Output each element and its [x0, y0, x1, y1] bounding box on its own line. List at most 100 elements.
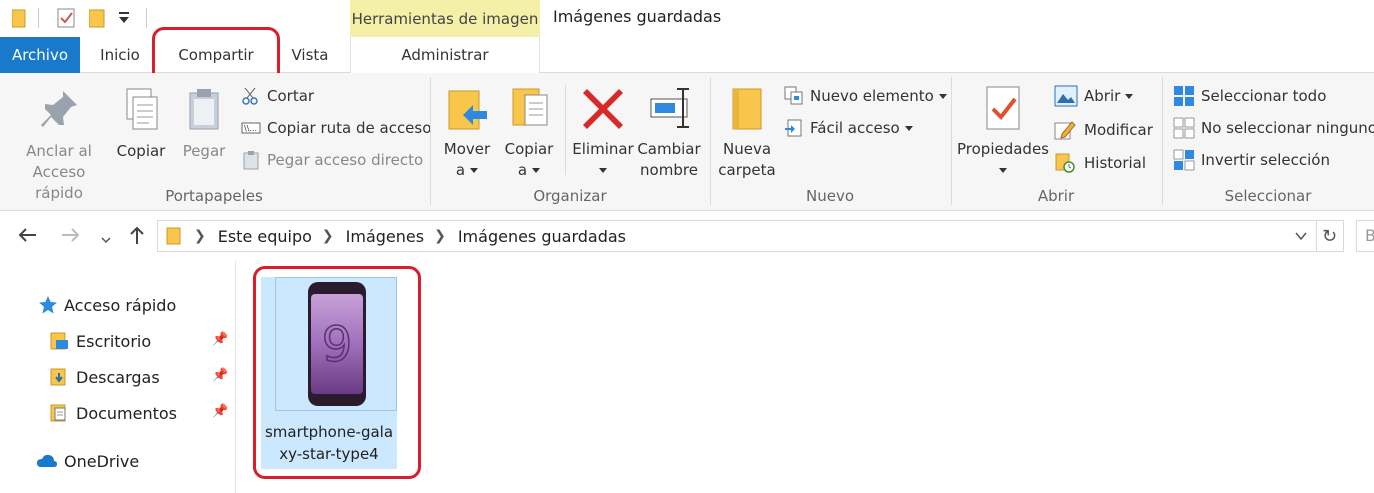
nav-onedrive-label: OneDrive [64, 451, 140, 471]
tab-home[interactable]: Inicio [88, 37, 152, 73]
breadcrumb-saved-pictures[interactable]: Imágenes guardadas [458, 227, 626, 246]
pin-icon[interactable]: 📌 [212, 332, 228, 347]
new-folder-button[interactable]: Nueva carpeta [718, 85, 776, 181]
nav-quick-access[interactable]: Acceso rápido [38, 293, 176, 317]
history-label: Historial [1084, 154, 1147, 172]
navigation-bar: ❯ Este equipo ❯ Imágenes ❯ Imágenes guar… [0, 211, 1374, 261]
tab-manage[interactable]: Administrar [350, 37, 540, 73]
onedrive-cloud-icon [36, 451, 58, 471]
move-to-button[interactable]: Mover a [440, 85, 494, 181]
highlight-ring-file [253, 266, 421, 479]
edit-button[interactable]: Modificar [1054, 118, 1153, 142]
history-button[interactable]: Historial [1054, 151, 1146, 175]
address-bar[interactable]: ❯ Este equipo ❯ Imágenes ❯ Imágenes guar… [157, 220, 1317, 252]
folder-icon[interactable] [11, 8, 26, 32]
cut-button[interactable]: Cortar [241, 84, 314, 108]
history-icon [1054, 153, 1078, 173]
separator [565, 85, 566, 175]
select-none-button[interactable]: No seleccionar ninguno [1173, 116, 1374, 140]
copy-to-icon [507, 85, 551, 131]
new-folder-icon [725, 85, 769, 131]
select-all-button[interactable]: Seleccionar todo [1173, 84, 1326, 108]
customize-dropdown-icon[interactable] [118, 10, 130, 29]
group-separator [951, 77, 952, 205]
invert-selection-button[interactable]: Invertir selección [1173, 148, 1330, 172]
copy-path-icon: \\... [241, 118, 261, 138]
copy-to-button[interactable]: Copiar a [503, 85, 555, 181]
desktop-folder-icon [50, 331, 70, 351]
breadcrumb-chevron-icon[interactable]: ❯ [322, 228, 334, 244]
refresh-icon[interactable]: ↻ [1316, 220, 1344, 252]
new-folder-label-1: Nueva [722, 140, 772, 158]
nav-documents[interactable]: Documentos [50, 401, 177, 425]
copy-label: Copiar [116, 142, 166, 160]
properties-icon [981, 85, 1025, 131]
rename-label-2: nombre [640, 161, 698, 179]
forward-arrow-icon[interactable] [60, 224, 82, 251]
recent-locations-chevron-icon[interactable] [100, 227, 112, 251]
folder-icon [166, 226, 182, 246]
group-label-open: Abrir [1037, 187, 1075, 205]
group-separator [1162, 77, 1163, 205]
pin-icon [37, 87, 81, 133]
rename-button[interactable]: Cambiar nombre [637, 85, 701, 181]
tab-view[interactable]: Vista [280, 37, 340, 73]
copy-path-button[interactable]: \\... Copiar ruta de acceso [241, 116, 431, 140]
invert-selection-icon [1173, 149, 1195, 171]
nav-onedrive[interactable]: OneDrive [36, 449, 139, 473]
nav-desktop[interactable]: Escritorio [50, 329, 151, 353]
delete-label: Eliminar [572, 140, 634, 158]
easy-access-icon [784, 118, 804, 138]
svg-text:\\...: \\... [244, 124, 257, 133]
search-input[interactable]: B [1356, 220, 1374, 252]
paste-button[interactable]: Pegar [178, 87, 230, 162]
breadcrumb-this-pc[interactable]: Este equipo [218, 227, 312, 246]
copy-to-label-2: a [518, 160, 541, 181]
delete-dropdown[interactable] [599, 160, 607, 181]
new-item-icon [784, 86, 804, 106]
move-to-icon [445, 85, 489, 131]
properties-label: Propiedades [957, 140, 1049, 158]
pin-icon[interactable]: 📌 [212, 404, 228, 419]
open-button[interactable]: Abrir [1054, 84, 1134, 108]
delete-button[interactable]: Eliminar [572, 85, 634, 181]
paste-shortcut-label: Pegar acceso directo [267, 151, 424, 169]
open-label: Abrir [1084, 87, 1121, 105]
properties-qa-icon[interactable] [57, 8, 75, 32]
pin-icon[interactable]: 📌 [212, 368, 228, 383]
easy-access-button[interactable]: Fácil acceso [784, 116, 913, 140]
properties-dropdown[interactable] [999, 160, 1007, 181]
breadcrumb-chevron-icon[interactable]: ❯ [194, 228, 206, 244]
edit-label: Modificar [1084, 121, 1153, 139]
star-icon [38, 295, 58, 315]
new-folder-label-2: carpeta [718, 161, 776, 179]
nav-downloads[interactable]: Descargas [50, 365, 160, 389]
up-arrow-icon[interactable] [126, 224, 148, 251]
cut-label: Cortar [267, 87, 315, 105]
group-label-clipboard: Portapapeles [165, 187, 263, 205]
properties-button[interactable]: Propiedades [957, 85, 1049, 181]
delete-x-icon [581, 85, 625, 131]
rename-icon [647, 85, 691, 131]
new-item-button[interactable]: Nuevo elemento [784, 84, 947, 108]
easy-access-label: Fácil acceso [810, 119, 900, 137]
paste-shortcut-button[interactable]: Pegar acceso directo [241, 148, 423, 172]
nav-downloads-label: Descargas [76, 367, 160, 387]
nav-quick-access-label: Acceso rápido [64, 295, 177, 315]
breadcrumb-chevron-icon[interactable]: ❯ [434, 228, 446, 244]
tab-file[interactable]: Archivo [0, 37, 80, 73]
separator [38, 8, 39, 28]
context-tab-group-header: Herramientas de imagen [350, 0, 540, 37]
group-separator [430, 77, 431, 205]
breadcrumb-pictures[interactable]: Imágenes [346, 227, 424, 246]
group-label-new: Nuevo [805, 187, 854, 205]
select-none-icon [1173, 117, 1195, 139]
copy-button[interactable]: Copiar [113, 87, 169, 162]
address-history-chevron-icon[interactable] [1294, 229, 1308, 247]
new-folder-qa-icon[interactable] [88, 8, 105, 32]
paste-shortcut-icon [241, 150, 261, 170]
back-arrow-icon[interactable] [16, 224, 38, 251]
select-all-icon [1173, 85, 1195, 107]
edit-pencil-icon [1054, 120, 1078, 140]
navigation-pane: Acceso rápido Escritorio 📌 Descargas 📌 D… [0, 261, 236, 493]
